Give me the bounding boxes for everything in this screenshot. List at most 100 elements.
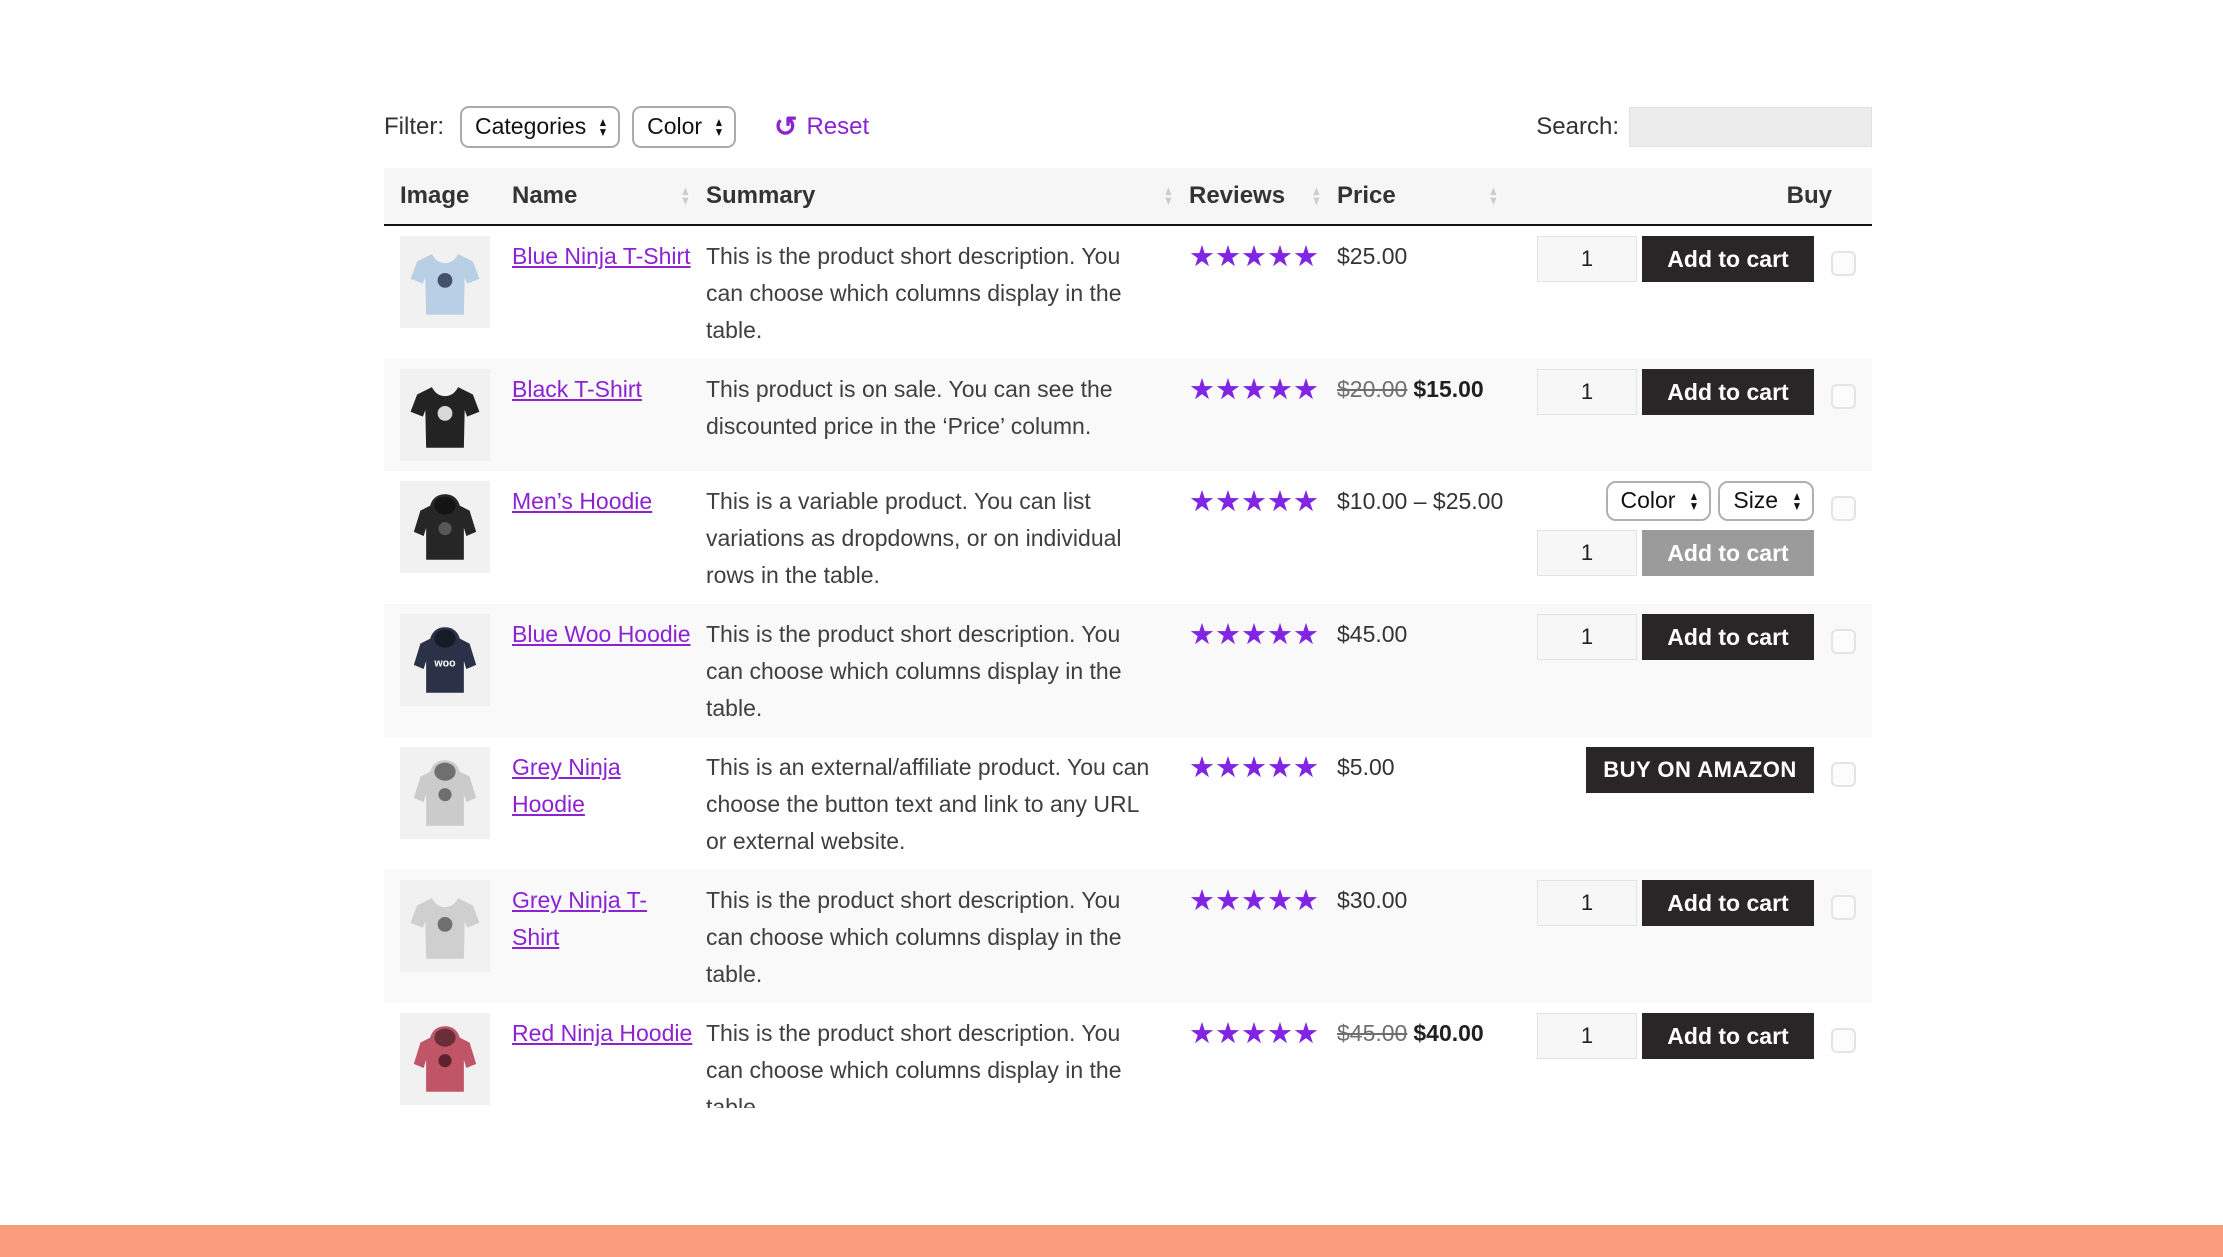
cart-line: Add to cart <box>1537 236 1814 282</box>
product-row: Blue Ninja T-Shirt This is the product s… <box>384 226 1872 359</box>
color-filter-select[interactable]: Color ▲▼ <box>632 106 736 148</box>
sort-icon[interactable]: ▲▼ <box>1163 186 1173 206</box>
reviews-cell: ★★★★★ ★★★★★ <box>1189 1013 1337 1108</box>
column-header-name[interactable]: Name ▲▼ <box>512 182 706 210</box>
footer-accent-bar <box>0 1225 2223 1257</box>
cart-line: Add to cart <box>1537 369 1814 415</box>
star-rating: ★★★★★ ★★★★★ <box>1189 614 1337 652</box>
buy-checkbox[interactable] <box>1831 762 1856 787</box>
product-table-page: Filter: Categories ▲▼ Color ▲▼ ↺ Reset S… <box>384 0 1872 1108</box>
star-rating: ★★★★★ ★★★★★ <box>1189 747 1337 785</box>
column-header-price[interactable]: Price ▲▼ <box>1337 182 1514 210</box>
quantity-input[interactable] <box>1537 614 1637 660</box>
filter-label: Filter: <box>384 113 444 141</box>
image-cell <box>384 369 512 461</box>
product-name-link[interactable]: Grey Ninja T-Shirt <box>512 887 647 950</box>
product-name-link[interactable]: Red Ninja Hoodie <box>512 1020 692 1046</box>
buy-checkbox[interactable] <box>1831 1028 1856 1053</box>
product-summary: This is the product short description. Y… <box>706 880 1189 993</box>
product-price: $5.00 <box>1337 747 1514 860</box>
buy-checkbox[interactable] <box>1831 496 1856 521</box>
search-input[interactable] <box>1629 107 1872 147</box>
quantity-input[interactable] <box>1537 530 1637 576</box>
add-to-cart-button[interactable]: Add to cart <box>1642 369 1814 415</box>
product-name-link[interactable]: Blue Ninja T-Shirt <box>512 243 691 269</box>
select-stepper-icon: ▲▼ <box>714 117 724 137</box>
sort-icon[interactable]: ▲▼ <box>1488 186 1498 206</box>
buy-cell: ▲▼ ▲▼ BUY ON AMAZON <box>1514 747 1814 860</box>
reviews-cell: ★★★★★ ★★★★★ <box>1189 614 1337 727</box>
product-row: Grey Ninja T-Shirt This is the product s… <box>384 870 1872 1003</box>
name-cell: Blue Woo Hoodie <box>512 614 706 727</box>
reviews-cell: ★★★★★ ★★★★★ <box>1189 747 1337 860</box>
product-thumbnail[interactable]: woo <box>400 614 490 706</box>
select-stepper-icon: ▲▼ <box>1689 491 1699 511</box>
add-to-cart-button[interactable]: Add to cart <box>1642 236 1814 282</box>
product-name-link[interactable]: Black T-Shirt <box>512 376 642 402</box>
reviews-cell: ★★★★★ ★★★★★ <box>1189 481 1337 594</box>
buy-checkbox[interactable] <box>1831 629 1856 654</box>
buy-cell: ▲▼ ▲▼ Add to cart <box>1514 236 1814 349</box>
product-price: $25.00 <box>1337 236 1514 349</box>
product-image <box>404 373 486 457</box>
buy-checkbox[interactable] <box>1831 251 1856 276</box>
product-price: $30.00 <box>1337 880 1514 993</box>
checkbox-cell <box>1814 1013 1872 1108</box>
product-price: $10.00 – $25.00 <box>1337 481 1514 594</box>
column-header-summary[interactable]: Summary ▲▼ <box>706 182 1189 210</box>
product-row: Black T-Shirt This product is on sale. Y… <box>384 359 1872 471</box>
product-image <box>404 240 486 324</box>
buy-checkbox[interactable] <box>1831 895 1856 920</box>
image-cell <box>384 236 512 349</box>
quantity-input[interactable] <box>1537 880 1637 926</box>
reset-label: Reset <box>806 113 869 141</box>
product-summary: This is an external/affiliate product. Y… <box>706 747 1189 860</box>
product-name-link[interactable]: Blue Woo Hoodie <box>512 621 691 647</box>
product-thumbnail[interactable] <box>400 880 490 972</box>
color-variation-select[interactable]: Color ▲▼ <box>1606 481 1712 521</box>
product-row: woo Blue Woo Hoodie This is the product … <box>384 604 1872 737</box>
add-to-cart-button[interactable]: Add to cart <box>1642 614 1814 660</box>
buy-cell: Color ▲▼ Size ▲▼ Add to cart <box>1514 481 1814 594</box>
quantity-input[interactable] <box>1537 236 1637 282</box>
checkbox-cell <box>1814 614 1872 727</box>
categories-filter-select[interactable]: Categories ▲▼ <box>460 106 620 148</box>
column-header-buy: Buy <box>1514 182 1872 210</box>
column-header-image: Image <box>384 182 512 210</box>
product-thumbnail[interactable] <box>400 747 490 839</box>
size-variation-select[interactable]: Size ▲▼ <box>1718 481 1814 521</box>
quantity-input[interactable] <box>1537 369 1637 415</box>
cart-line: Add to cart <box>1537 880 1814 926</box>
name-cell: Grey Ninja Hoodie <box>512 747 706 860</box>
product-thumbnail[interactable] <box>400 1013 490 1105</box>
select-stepper-icon: ▲▼ <box>598 117 608 137</box>
buy-cell: ▲▼ ▲▼ Add to cart <box>1514 614 1814 727</box>
add-to-cart-button[interactable]: Add to cart <box>1642 880 1814 926</box>
buy-checkbox[interactable] <box>1831 384 1856 409</box>
reviews-cell: ★★★★★ ★★★★★ <box>1189 369 1337 461</box>
column-header-reviews[interactable]: Reviews ▲▼ <box>1189 182 1337 210</box>
product-thumbnail[interactable] <box>400 236 490 328</box>
product-name-link[interactable]: Grey Ninja Hoodie <box>512 754 621 817</box>
sort-icon[interactable]: ▲▼ <box>1311 186 1321 206</box>
add-to-cart-button[interactable]: Add to cart <box>1642 1013 1814 1059</box>
product-thumbnail[interactable] <box>400 481 490 573</box>
add-to-cart-button[interactable]: Add to cart <box>1642 530 1814 576</box>
product-summary: This product is on sale. You can see the… <box>706 369 1189 461</box>
product-name-link[interactable]: Men’s Hoodie <box>512 488 652 514</box>
product-thumbnail[interactable] <box>400 369 490 461</box>
product-image: woo <box>404 618 486 702</box>
quantity-input[interactable] <box>1537 1013 1637 1059</box>
search-label: Search: <box>1536 113 1619 141</box>
product-price: $45.00$40.00 <box>1337 1013 1514 1108</box>
image-cell: woo <box>384 614 512 727</box>
image-cell <box>384 880 512 993</box>
buy-on-amazon-button[interactable]: BUY ON AMAZON <box>1586 747 1814 793</box>
sort-icon[interactable]: ▲▼ <box>680 186 690 206</box>
reset-filters-link[interactable]: ↺ Reset <box>774 113 869 141</box>
name-cell: Men’s Hoodie <box>512 481 706 594</box>
image-cell <box>384 1013 512 1108</box>
buy-cell: ▲▼ ▲▼ Add to cart <box>1514 1013 1814 1108</box>
name-cell: Blue Ninja T-Shirt <box>512 236 706 349</box>
table-header-row: Image Name ▲▼ Summary ▲▼ Reviews ▲▼ Pric… <box>384 168 1872 226</box>
